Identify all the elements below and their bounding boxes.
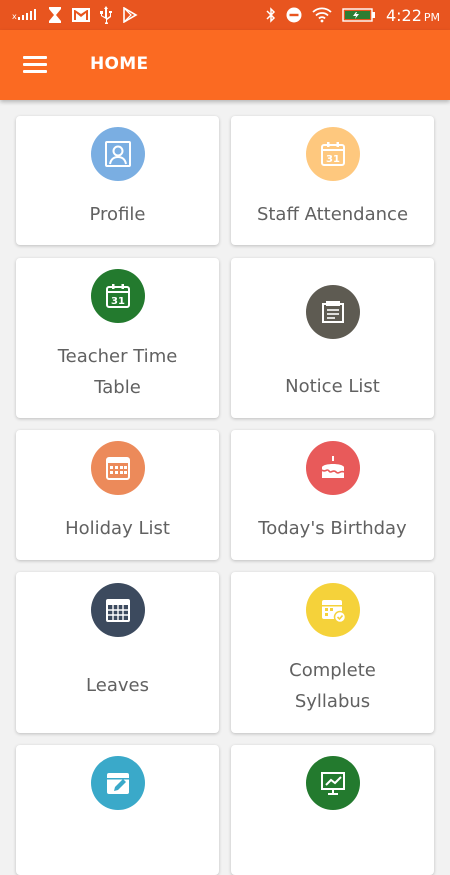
tile-label: Today's Birthday bbox=[258, 518, 407, 539]
tile-label: Table bbox=[94, 377, 141, 398]
calendar-grid-badge bbox=[90, 441, 145, 495]
notice-badge bbox=[305, 285, 360, 339]
clock-time: 4:22 bbox=[385, 5, 422, 25]
calendar-cross-badge bbox=[90, 583, 145, 637]
calendar-edit-badge bbox=[90, 756, 145, 810]
tile-presentation-chart[interactable] bbox=[231, 745, 434, 875]
clock: 4:22 PM bbox=[386, 6, 440, 25]
tile-label: Complete bbox=[289, 660, 376, 681]
tile-today-s-birthday[interactable]: Today's Birthday bbox=[231, 430, 434, 560]
svg-text:31: 31 bbox=[111, 296, 125, 307]
hourglass-icon bbox=[48, 7, 62, 23]
presentation-chart-icon bbox=[319, 769, 347, 797]
calendar-cross-icon bbox=[104, 596, 132, 624]
tile-label: Staff Attendance bbox=[256, 204, 409, 225]
calendar-31-badge: 31 bbox=[305, 127, 360, 181]
tile-calendar-edit[interactable] bbox=[16, 745, 219, 875]
presentation-chart-badge bbox=[305, 756, 360, 810]
tile-label: Holiday List bbox=[65, 518, 170, 539]
usb-icon bbox=[100, 6, 112, 24]
calendar-check-badge bbox=[305, 583, 360, 637]
birthday-cake-badge bbox=[305, 441, 360, 495]
tile-notice-list[interactable]: Notice List bbox=[231, 258, 434, 418]
bluetooth-icon bbox=[266, 7, 276, 23]
tile-profile[interactable]: Profile bbox=[16, 116, 219, 245]
svg-text:x: x bbox=[12, 12, 17, 21]
play-store-icon bbox=[122, 7, 138, 23]
app-bar: HOME bbox=[0, 30, 450, 100]
calendar-check-icon bbox=[319, 596, 347, 624]
clock-ampm: PM bbox=[423, 10, 440, 24]
tile-leaves[interactable]: Leaves bbox=[16, 572, 219, 733]
tile-staff-attendance[interactable]: 31 Staff Attendance bbox=[231, 116, 434, 245]
birthday-cake-icon bbox=[318, 454, 348, 482]
signal-icon: x bbox=[12, 8, 38, 22]
tile-holiday-list[interactable]: Holiday List bbox=[16, 430, 219, 560]
tile-label: Teacher Time bbox=[57, 346, 178, 367]
battery-icon bbox=[342, 8, 376, 22]
hamburger-menu-icon[interactable] bbox=[22, 52, 48, 78]
calendar-grid-icon bbox=[104, 454, 132, 482]
svg-text:31: 31 bbox=[326, 154, 340, 165]
do-not-disturb-icon bbox=[286, 7, 302, 23]
tile-label: Notice List bbox=[285, 376, 380, 397]
gmail-icon bbox=[72, 8, 90, 22]
tile-complete-syllabus[interactable]: Complete Syllabus bbox=[231, 572, 434, 733]
calendar-edit-icon bbox=[104, 769, 132, 797]
profile-badge bbox=[90, 127, 145, 181]
calendar-31-icon: 31 bbox=[319, 140, 347, 168]
notice-icon bbox=[319, 298, 347, 326]
wifi-icon bbox=[312, 7, 332, 23]
calendar-31-badge: 31 bbox=[90, 269, 145, 323]
tile-label: Syllabus bbox=[294, 691, 371, 712]
tile-label: Profile bbox=[89, 204, 146, 225]
profile-icon bbox=[104, 140, 132, 168]
status-bar: x 4:22 PM bbox=[0, 0, 450, 30]
calendar-31-icon: 31 bbox=[104, 282, 132, 310]
tile-label: Leaves bbox=[86, 675, 149, 696]
tile-teacher-time-table[interactable]: 31 Teacher Time Table bbox=[16, 258, 219, 418]
page-title: HOME bbox=[90, 54, 149, 74]
